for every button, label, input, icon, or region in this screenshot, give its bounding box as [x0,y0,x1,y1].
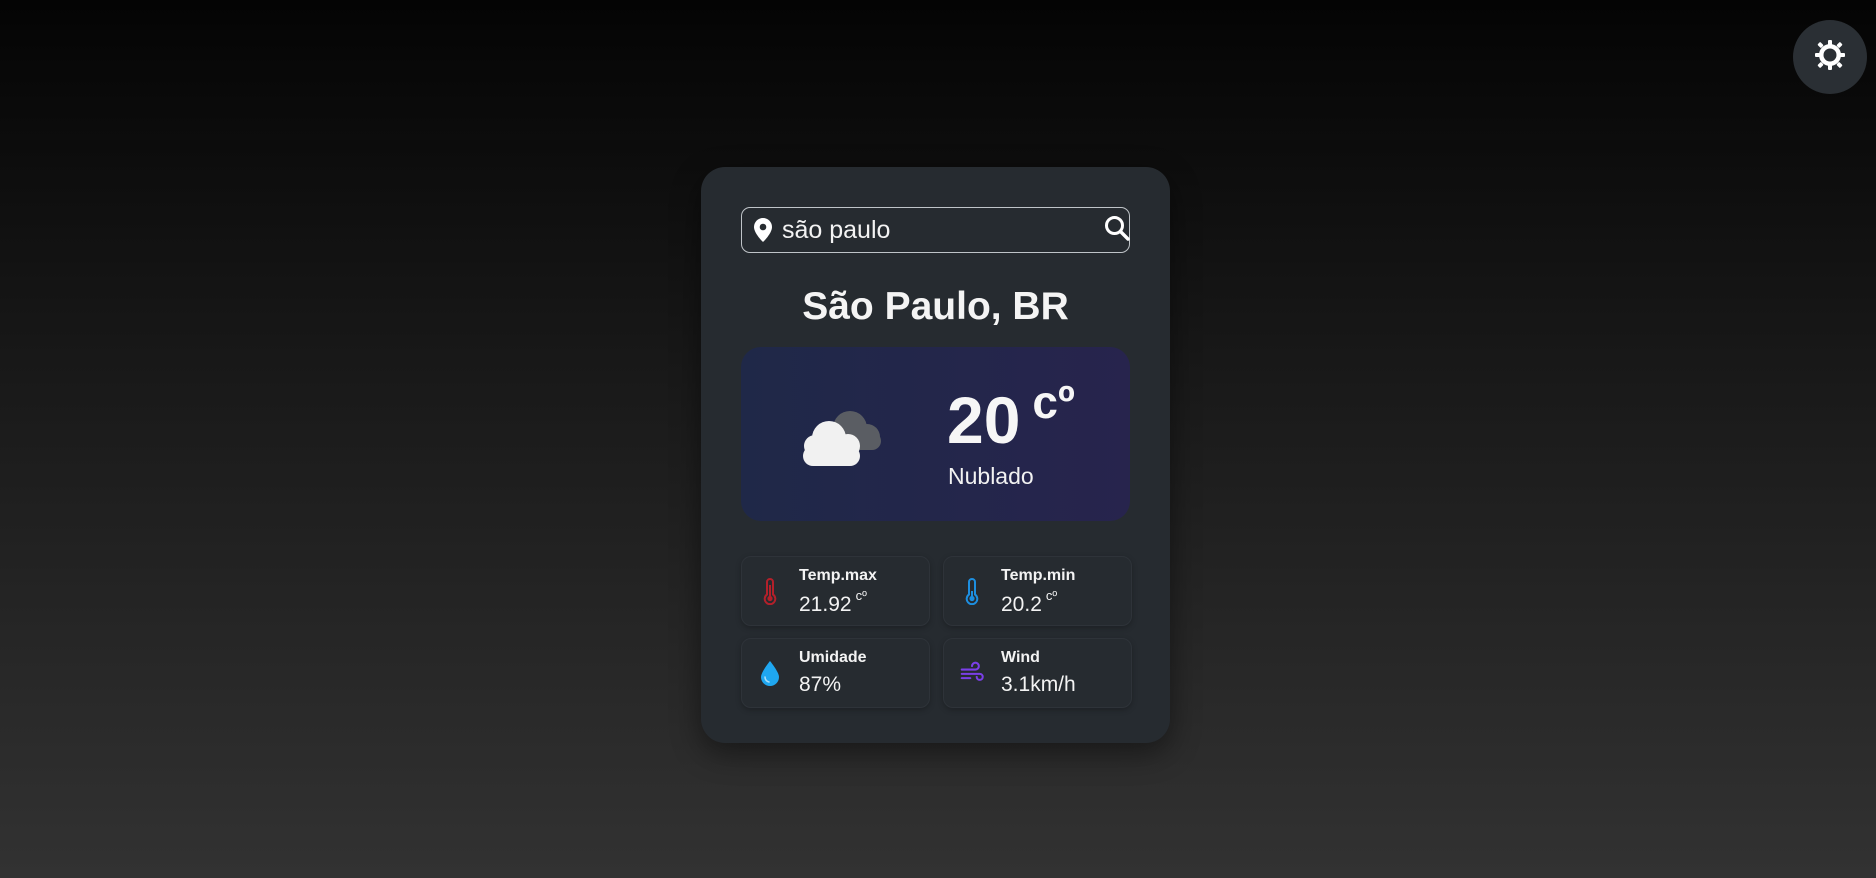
stat-value: 87% [799,673,842,696]
stat-wind: Wind 3.1km/h [943,638,1132,708]
stat-value: 20.2 cº [1001,588,1058,616]
water-drop-icon [758,657,782,689]
theme-toggle-button[interactable] [1793,20,1867,94]
thermometer-hot-icon [758,575,782,607]
search-button[interactable] [1104,210,1130,250]
wind-icon [960,657,984,689]
stat-value: 3.1km/h [1001,673,1076,696]
stat-label: Temp.max [799,567,877,584]
weather-description: Nublado [948,463,1034,489]
sun-icon [1815,39,1845,75]
stat-humidity: Umidade 87% [741,638,930,708]
city-search-input[interactable] [772,210,1104,250]
thermometer-cold-icon [960,575,984,607]
location-pin-icon [754,217,772,243]
current-weather-panel: 20 cº Nublado [741,347,1130,521]
search-icon [1104,215,1130,246]
stat-temp-min: Temp.min 20.2 cº [943,556,1132,626]
temperature-unit: cº [1032,376,1075,428]
weather-card: São Paulo, BR 20cº Nublado [701,167,1170,743]
city-title: São Paulo, BR [802,285,1069,328]
stat-label: Wind [1001,649,1040,666]
stat-label: Temp.min [1001,567,1076,584]
current-temperature: 20 cº [947,379,1075,453]
stat-value: 21.92 cº [799,588,867,616]
stat-label: Umidade [799,649,867,666]
cloudy-icon [793,402,889,477]
search-bar [741,207,1130,253]
temperature-value: 20 [947,383,1021,457]
stat-temp-max: Temp.max 21.92 cº [741,556,930,626]
